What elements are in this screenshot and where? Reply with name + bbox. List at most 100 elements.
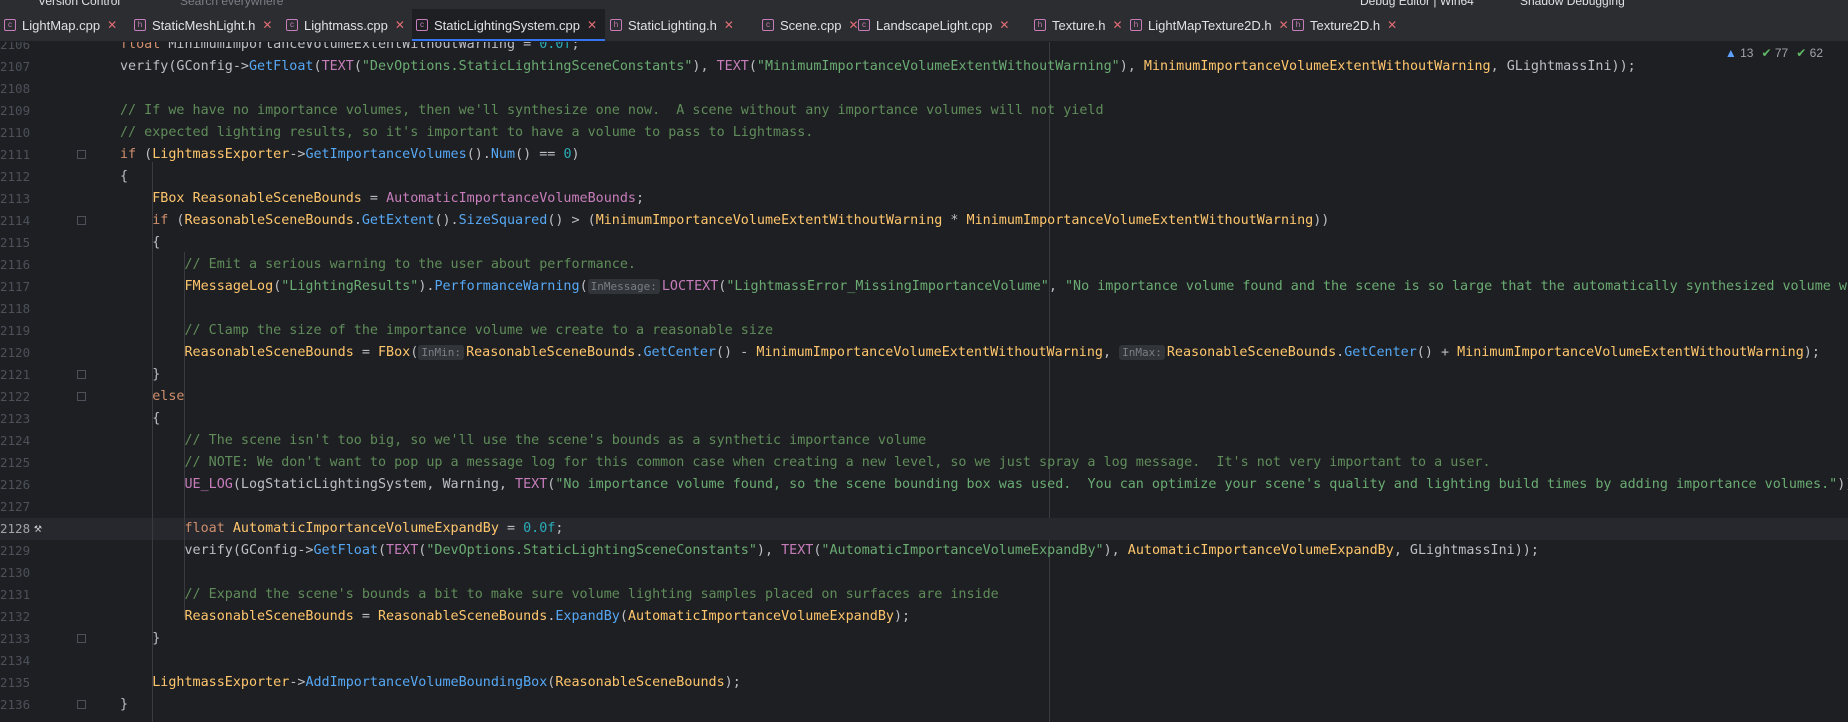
code-editor[interactable]: 2106 float MinimumImportanceVolumeExtentW… (0, 42, 1848, 722)
code-line[interactable]: 2123 { (0, 408, 1848, 430)
line-number: 2116 (0, 257, 31, 272)
code-line[interactable]: 2106 float MinimumImportanceVolumeExtentW… (0, 42, 1848, 56)
line-number: 2110 (0, 125, 31, 140)
code-text: { (120, 169, 129, 184)
tab-texture-h[interactable]: h Texture.h ✕ (1030, 9, 1131, 41)
line-number: 2132 (0, 609, 31, 624)
code-line[interactable]: 2116 // Emit a serious warning to the us… (0, 254, 1848, 276)
debug-mode[interactable]: Shadow Debugging (1520, 0, 1625, 8)
run-config[interactable]: Debug Editor | Win64 (1360, 0, 1474, 8)
tab-texture2d-h[interactable]: h Texture2D.h ✕ (1288, 9, 1405, 41)
tab-lightmaptexture2d-h[interactable]: h LightMapTexture2D.h ✕ (1126, 9, 1297, 41)
tab-lightmap-cpp[interactable]: c LightMap.cpp ✕ (0, 9, 125, 41)
code-line[interactable]: 2121 } (0, 364, 1848, 386)
line-number: 2127 (0, 499, 31, 514)
file-cpp-icon: c (762, 19, 774, 31)
close-icon[interactable]: ✕ (724, 18, 734, 32)
close-icon[interactable]: ✕ (1387, 18, 1397, 32)
code-line[interactable]: 2111 if (LightmassExporter->GetImportance… (0, 144, 1848, 166)
code-line[interactable]: 2132 ReasonableSceneBounds = ReasonableS… (0, 606, 1848, 628)
fold-marker-icon[interactable] (77, 634, 86, 643)
code-text: FMessageLog("LightingResults").Performan… (184, 279, 1848, 294)
line-number: 2124 (0, 433, 31, 448)
line-number: 2125 (0, 455, 31, 470)
fold-marker-icon[interactable] (77, 392, 86, 401)
close-icon[interactable]: ✕ (587, 18, 597, 32)
code-line[interactable]: 2127 (0, 496, 1848, 518)
line-number: 2108 (0, 81, 31, 96)
code-line[interactable]: 2120 ReasonableSceneBounds = FBox(InMin:… (0, 342, 1848, 364)
code-line[interactable]: 2107 verify(GConfig->GetFloat(TEXT("DevOp… (0, 56, 1848, 78)
tab-label: Texture.h (1052, 17, 1106, 33)
code-text: } (120, 367, 161, 382)
close-icon[interactable]: ✕ (1112, 18, 1122, 32)
code-line[interactable]: 2122 else (0, 386, 1848, 408)
tab-label: LandscapeLight.cpp (876, 17, 993, 33)
search-everywhere[interactable]: Search everywhere (180, 0, 283, 8)
code-line[interactable]: 2137 (0, 716, 1848, 722)
indent-guide (184, 442, 185, 617)
code-line[interactable]: 2115 { (0, 232, 1848, 254)
fold-marker-icon[interactable] (77, 370, 86, 379)
code-text: // If we have no importance volumes, the… (120, 103, 1104, 118)
code-line[interactable]: 2134 (0, 650, 1848, 672)
code-line[interactable]: 2126 UE_LOG(LogStaticLightingSystem, War… (0, 474, 1848, 496)
line-number: 2113 (0, 191, 31, 206)
code-line[interactable]: 2128 ⚒ float AutomaticImportanceVolumeExp… (0, 518, 1848, 540)
code-line[interactable]: 2125 // NOTE: We don't want to pop up a … (0, 452, 1848, 474)
code-line[interactable]: 2114 if (ReasonableSceneBounds.GetExtent… (0, 210, 1848, 232)
tab-landscapelight-cpp[interactable]: c LandscapeLight.cpp ✕ (854, 9, 1017, 41)
code-line[interactable]: 2109 // If we have no importance volumes,… (0, 100, 1848, 122)
fold-marker-icon[interactable] (77, 216, 86, 225)
line-number: 2115 (0, 235, 31, 250)
tab-staticlighting-h[interactable]: h StaticLighting.h ✕ (606, 9, 742, 41)
tab-scene-cpp[interactable]: c Scene.cpp ✕ (758, 9, 867, 41)
code-line[interactable]: 2124 // The scene isn't too big, so we'l… (0, 430, 1848, 452)
tab-staticlightingsystem-cpp[interactable]: c StaticLightingSystem.cpp ✕ (412, 9, 606, 41)
code-line[interactable]: 2129 verify(GConfig->GetFloat(TEXT("DevO… (0, 540, 1848, 562)
code-text: // expected lighting results, so it's im… (120, 125, 814, 140)
line-number: 2133 (0, 631, 31, 646)
code-line[interactable]: 2136} (0, 694, 1848, 716)
code-line[interactable]: 2130 (0, 562, 1848, 584)
tab-staticmeshlight-h[interactable]: h StaticMeshLight.h ✕ (130, 9, 280, 41)
fold-marker-icon[interactable] (77, 700, 86, 709)
close-icon[interactable]: ✕ (999, 18, 1009, 32)
line-number: 2128 (0, 521, 31, 536)
code-line[interactable]: 2119 // Clamp the size of the importance… (0, 320, 1848, 342)
file-cpp-icon: c (416, 19, 428, 31)
code-line[interactable]: 2118 (0, 298, 1848, 320)
code-text: } (120, 631, 161, 646)
code-line[interactable]: 2110 // expected lighting results, so it'… (0, 122, 1848, 144)
code-line[interactable]: 2113 FBox ReasonableSceneBounds = Automa… (0, 188, 1848, 210)
close-icon[interactable]: ✕ (107, 18, 117, 32)
code-line[interactable]: 2108 (0, 78, 1848, 100)
line-number: 2134 (0, 653, 31, 668)
code-line[interactable]: 2131 // Expand the scene's bounds a bit … (0, 584, 1848, 606)
code-line[interactable]: 2133 } (0, 628, 1848, 650)
close-icon[interactable]: ✕ (395, 18, 405, 32)
close-icon[interactable]: ✕ (262, 18, 272, 32)
line-number: 2121 (0, 367, 31, 382)
code-line[interactable]: 2117 FMessageLog("LightingResults").Perf… (0, 276, 1848, 298)
hammer-icon[interactable]: ⚒ (34, 518, 42, 540)
code-text: UE_LOG(LogStaticLightingSystem, Warning,… (184, 477, 1848, 492)
tab-label: StaticLightingSystem.cpp (434, 17, 580, 33)
code-text: LightmassExporter->AddImportanceVolumeBo… (152, 675, 741, 690)
line-number: 2112 (0, 169, 31, 184)
tab-label: StaticLighting.h (628, 17, 717, 33)
file-h-icon: h (1292, 19, 1304, 31)
code-text: ReasonableSceneBounds = ReasonableSceneB… (184, 609, 911, 624)
tab-label: Texture2D.h (1310, 17, 1381, 33)
line-number: 2120 (0, 345, 31, 360)
code-text: if (LightmassExporter->GetImportanceVolu… (120, 147, 580, 162)
code-line[interactable]: 2135 LightmassExporter->AddImportanceVol… (0, 672, 1848, 694)
version-control-label[interactable]: Version Control (38, 0, 120, 8)
fold-marker-icon[interactable] (77, 150, 86, 159)
tab-lightmass-cpp[interactable]: c Lightmass.cpp ✕ (282, 9, 413, 41)
line-number: 2106 (0, 42, 31, 52)
code-text: { (120, 411, 161, 426)
code-text: verify(GConfig->GetFloat(TEXT("DevOption… (120, 59, 1636, 74)
tab-label: LightMapTexture2D.h (1148, 17, 1272, 33)
code-line[interactable]: 2112 { (0, 166, 1848, 188)
